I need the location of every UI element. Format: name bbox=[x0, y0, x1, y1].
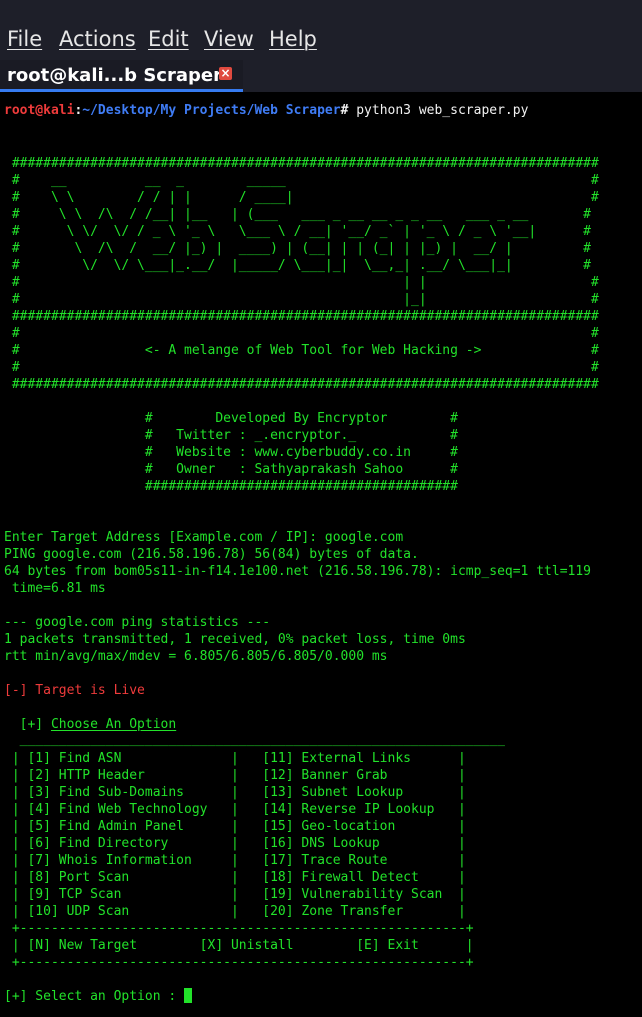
banner-line: # |_| # bbox=[4, 292, 599, 307]
option-row: | [7] Whois Information | [17] Trace Rou… bbox=[4, 853, 466, 868]
choose-prefix: [+] bbox=[4, 717, 51, 732]
option-row: | [2] HTTP Header | [12] Banner Grab | bbox=[4, 768, 466, 783]
select-option-prompt[interactable]: [+] Select an Option : bbox=[4, 988, 193, 1005]
option-row: | [9] TCP Scan | [19] Vulnerability Scan… bbox=[4, 887, 466, 902]
tab-title: root@kali...b Scraper bbox=[7, 65, 222, 86]
option-row: | [5] Find Admin Panel | [15] Geo-locati… bbox=[4, 819, 466, 834]
banner-line: # | | # bbox=[4, 275, 599, 290]
ping-line: PING google.com (216.58.196.78) 56(84) b… bbox=[4, 547, 419, 562]
terminal-output[interactable]: root@kali:~/Desktop/My Projects/Web Scra… bbox=[0, 92, 642, 1017]
credits-line: # Twitter : _.encryptor._ # bbox=[4, 428, 458, 443]
menu-help[interactable]: Help bbox=[269, 26, 317, 52]
menu-bar: File Actions Edit View Help bbox=[0, 0, 642, 60]
credits-line: # Website : www.cyberbuddy.co.in # bbox=[4, 445, 458, 460]
ping-line: 1 packets transmitted, 1 received, 0% pa… bbox=[4, 632, 466, 647]
target-live-status: [-] Target is Live bbox=[4, 683, 145, 698]
banner-tagline: # <- A melange of Web Tool for Web Hacki… bbox=[4, 343, 599, 358]
menu-file[interactable]: File bbox=[7, 26, 42, 52]
prompt-command: python3 web_scraper.py bbox=[348, 103, 529, 118]
ping-stats-header: --- google.com ping statistics --- bbox=[4, 615, 271, 630]
banner-line: # # bbox=[4, 326, 599, 341]
menu-edit[interactable]: Edit bbox=[148, 26, 189, 52]
terminal-cursor[interactable] bbox=[184, 988, 193, 1003]
choose-option-label: Choose An Option bbox=[50, 717, 177, 732]
shell-prompt-line: root@kali:~/Desktop/My Projects/Web Scra… bbox=[4, 102, 528, 119]
ping-line: 64 bytes from bom05s11-in-f14.1e100.net … bbox=[4, 564, 591, 579]
option-row: | [3] Find Sub-Domains | [13] Subnet Loo… bbox=[4, 785, 466, 800]
menu-actions[interactable]: Actions bbox=[59, 26, 136, 52]
banner-line: # \ \ /\ / /__| |__ | (___ ___ _ __ __ _… bbox=[4, 207, 591, 222]
banner-line: # \ /\ / __/ |_) | ____) | (__| | | (_| … bbox=[4, 241, 591, 256]
menu-bottom-border: +---------------------------------------… bbox=[4, 955, 474, 970]
banner-line: # __ __ _ _____ # bbox=[4, 173, 599, 188]
banner-line: ########################################… bbox=[4, 309, 599, 324]
banner-line: ########################################… bbox=[4, 156, 599, 171]
tab-bar: root@kali...b Scraper × bbox=[0, 60, 642, 92]
prompt-user: root@kali bbox=[4, 103, 75, 118]
option-row: | [1] Find ASN | [11] External Links | bbox=[4, 751, 466, 766]
option-row: | [10] UDP Scan | [20] Zone Transfer | bbox=[4, 904, 466, 919]
banner-line: # # bbox=[4, 360, 599, 375]
option-row: | [8] Port Scan | [18] Firewall Detect | bbox=[4, 870, 466, 885]
close-icon[interactable]: × bbox=[219, 67, 232, 80]
banner-line: # \ \/ \/ / _ \ '_ \ \___ \ / __| '__/ _… bbox=[4, 224, 591, 239]
ping-line: time=6.81 ms bbox=[4, 581, 106, 596]
prompt-path: ~/Desktop/My Projects/Web Scraper bbox=[82, 103, 341, 118]
select-prompt-text: [+] Select an Option : bbox=[4, 989, 185, 1004]
credits-line: # Developed By Encryptor # bbox=[4, 411, 458, 426]
ping-line: rtt min/avg/max/mdev = 6.805/6.805/6.805… bbox=[4, 649, 388, 664]
menu-top-border: ________________________________________… bbox=[4, 732, 505, 747]
banner-line: # \ \ / / | | / ____| # bbox=[4, 190, 599, 205]
banner-line: # \/ \/ \___|_.__/ |_____/ \___|_| \__,_… bbox=[4, 258, 591, 273]
menu-divider: +---------------------------------------… bbox=[4, 921, 474, 936]
credits-line: ######################################## bbox=[4, 479, 458, 494]
credits-line: # Owner : Sathyaprakash Sahoo # bbox=[4, 462, 458, 477]
banner-line: ########################################… bbox=[4, 377, 599, 392]
terminal-tab[interactable]: root@kali...b Scraper × bbox=[0, 60, 243, 92]
target-prompt: Enter Target Address [Example.com / IP]:… bbox=[4, 530, 404, 545]
option-row: | [6] Find Directory | [16] DNS Lookup | bbox=[4, 836, 466, 851]
option-row: | [4] Find Web Technology | [14] Reverse… bbox=[4, 802, 466, 817]
action-row: | [N] New Target [X] Unistall [E] Exit | bbox=[4, 938, 474, 953]
menu-view[interactable]: View bbox=[204, 26, 254, 52]
